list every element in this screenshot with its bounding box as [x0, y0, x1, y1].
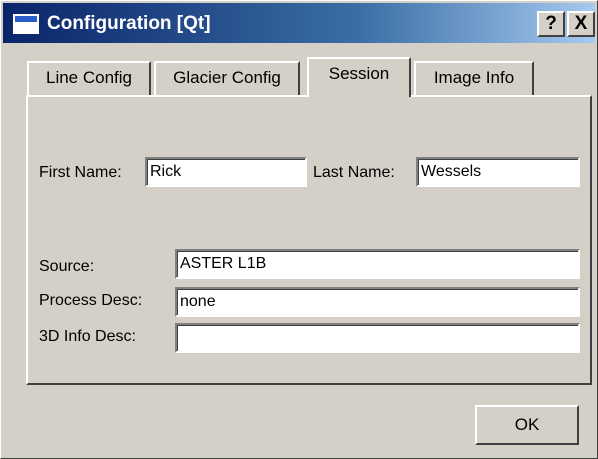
- first-name-label: First Name:: [39, 164, 122, 181]
- tab-glacier-config[interactable]: Glacier Config: [154, 61, 300, 95]
- info-3d-desc-field[interactable]: [175, 323, 580, 353]
- source-label: Source:: [39, 258, 95, 275]
- process-desc-field[interactable]: none: [175, 287, 580, 317]
- process-desc-label: Process Desc:: [39, 292, 143, 309]
- configuration-dialog: Configuration [Qt] ? X Line Config Glaci…: [0, 0, 598, 459]
- tab-session[interactable]: Session: [307, 57, 411, 97]
- last-name-field[interactable]: Wessels: [416, 157, 580, 187]
- close-button[interactable]: X: [567, 11, 595, 37]
- ok-button[interactable]: OK: [475, 405, 579, 445]
- window-icon: [13, 14, 39, 34]
- help-button[interactable]: ?: [537, 11, 565, 37]
- tab-image-info[interactable]: Image Info: [414, 61, 534, 95]
- first-name-field[interactable]: Rick: [145, 157, 307, 187]
- source-field[interactable]: ASTER L1B: [175, 249, 580, 279]
- session-tab-panel: First Name: Rick Last Name: Wessels Sour…: [26, 95, 592, 385]
- last-name-label: Last Name:: [313, 164, 395, 181]
- window-title: Configuration [Qt]: [47, 13, 211, 34]
- title-bar[interactable]: Configuration [Qt] ? X: [3, 3, 595, 43]
- info-3d-desc-label: 3D Info Desc:: [39, 328, 136, 345]
- tab-line-config[interactable]: Line Config: [27, 61, 151, 95]
